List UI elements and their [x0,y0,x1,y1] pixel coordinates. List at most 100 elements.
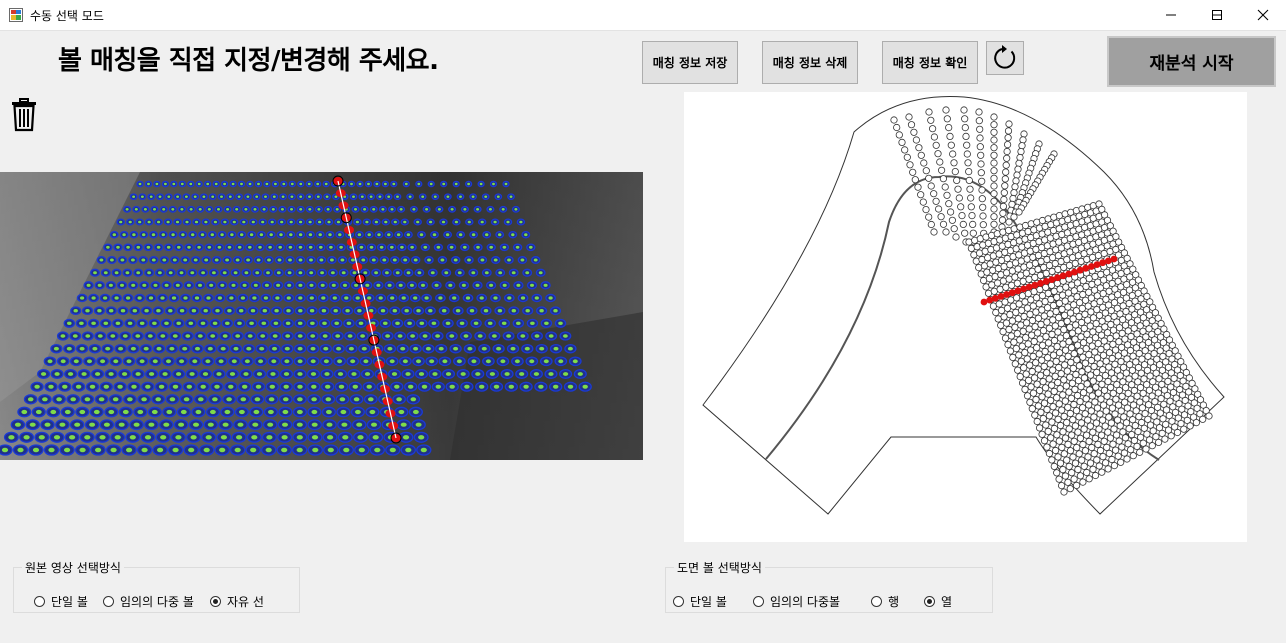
ball-center [553,384,559,389]
source-group-legend: 원본 영상 선택방식 [22,559,124,576]
save-matching-button[interactable]: 매칭 정보 저장 [642,41,738,84]
ball-center [166,245,171,249]
drawing-ball [990,159,998,167]
drawing-ball [954,185,962,193]
drawing-ball [1061,472,1069,480]
ball-center [358,321,364,325]
drawing-ball [938,166,946,174]
ball-center [508,384,514,389]
maximize-button[interactable] [1194,0,1240,30]
drawing-option-column[interactable]: 열 [924,593,952,610]
drawing-ball [1071,335,1079,343]
drawing-ball [1093,456,1101,464]
ball-center [458,233,463,237]
ball-center [120,258,125,262]
ball-center [244,208,248,211]
close-button[interactable] [1240,0,1286,30]
ball-center [193,422,199,427]
ball-center [308,245,313,249]
ball-center [166,220,170,224]
ball-center [181,233,185,237]
ball-center [407,321,412,325]
ball-center [389,359,395,364]
ball-center [240,296,245,300]
ball-center [308,208,312,211]
ball-center [156,346,162,351]
ball-center [493,296,498,300]
ball-center [38,435,45,440]
ball-center [450,208,454,211]
drawing-ball [1046,360,1054,368]
drawing-ball [1106,398,1114,406]
ball-center [286,296,291,300]
drawing-ball [1030,374,1039,382]
ball-center [84,435,91,440]
ball-center [318,233,322,237]
ball-center [195,409,202,415]
ball-center [483,309,489,313]
drawing-ball [1089,428,1097,436]
ball-center [369,195,373,198]
ball-center [400,422,407,427]
ball-center [169,397,176,402]
ball-center [287,271,292,275]
check-matching-button[interactable]: 매칭 정보 확인 [882,41,978,84]
ball-center [274,182,277,186]
drawing-ball [1076,472,1084,480]
drawing-ball [1060,488,1068,496]
ball-center [507,296,512,300]
drawing-ball [1086,371,1095,379]
ball-center [93,409,100,415]
drawing-ball [1054,378,1062,387]
drawing-view[interactable] [684,92,1247,542]
ball-center [402,359,408,364]
drawing-ball [1108,455,1116,464]
ball-center [395,271,400,275]
ball-center [479,296,484,300]
trash-button[interactable] [10,98,38,132]
ball-center [367,296,372,300]
drawing-ball [1030,337,1038,346]
source-option-multi[interactable]: 임의의 다중 볼 [103,593,194,610]
drawing-ball [1105,363,1113,371]
ball-center [135,372,141,376]
ball-center [176,195,180,198]
ball-center [60,334,66,338]
ball-center [533,258,538,262]
refresh-button[interactable] [986,41,1024,75]
ball-center [183,397,190,402]
ball-center [312,447,319,453]
source-image-view[interactable] [0,172,643,460]
drawing-option-single[interactable]: 단일 볼 [673,593,727,610]
minimize-button-2[interactable] [1148,0,1194,30]
ball-center [207,245,212,249]
drawing-ball [1091,471,1100,480]
ball-center [484,195,488,198]
drawing-ball [1084,416,1092,424]
ball-center [359,245,364,249]
delete-matching-button[interactable]: 매칭 정보 삭제 [762,41,858,84]
ball-center [109,309,114,313]
drawing-ball [1066,373,1074,381]
ball-center [66,346,72,351]
drawing-ball [1087,356,1095,365]
drawing-ball [1045,412,1053,420]
ball-center [97,309,102,313]
drawing-ball [1115,386,1123,394]
drawing-option-row[interactable]: 행 [871,593,899,610]
drawing-ball [1056,421,1065,430]
ball-center [442,182,446,186]
drawing-ball [1033,344,1041,352]
drawing-ball [1010,189,1018,197]
drawing-option-multi[interactable]: 임의의 다중볼 [753,593,840,610]
ball-center [299,208,303,211]
drawing-ball [1104,465,1112,473]
reanalyze-button[interactable]: 재분석 시작 [1107,36,1276,87]
ball-center [404,182,408,186]
drawing-ball [999,328,1007,336]
source-option-single[interactable]: 단일 볼 [34,593,88,610]
drawing-ball [1038,341,1047,349]
drawing-ball [1012,177,1020,185]
source-option-free-line[interactable]: 자유 선 [210,593,264,610]
ball-center [127,397,133,402]
